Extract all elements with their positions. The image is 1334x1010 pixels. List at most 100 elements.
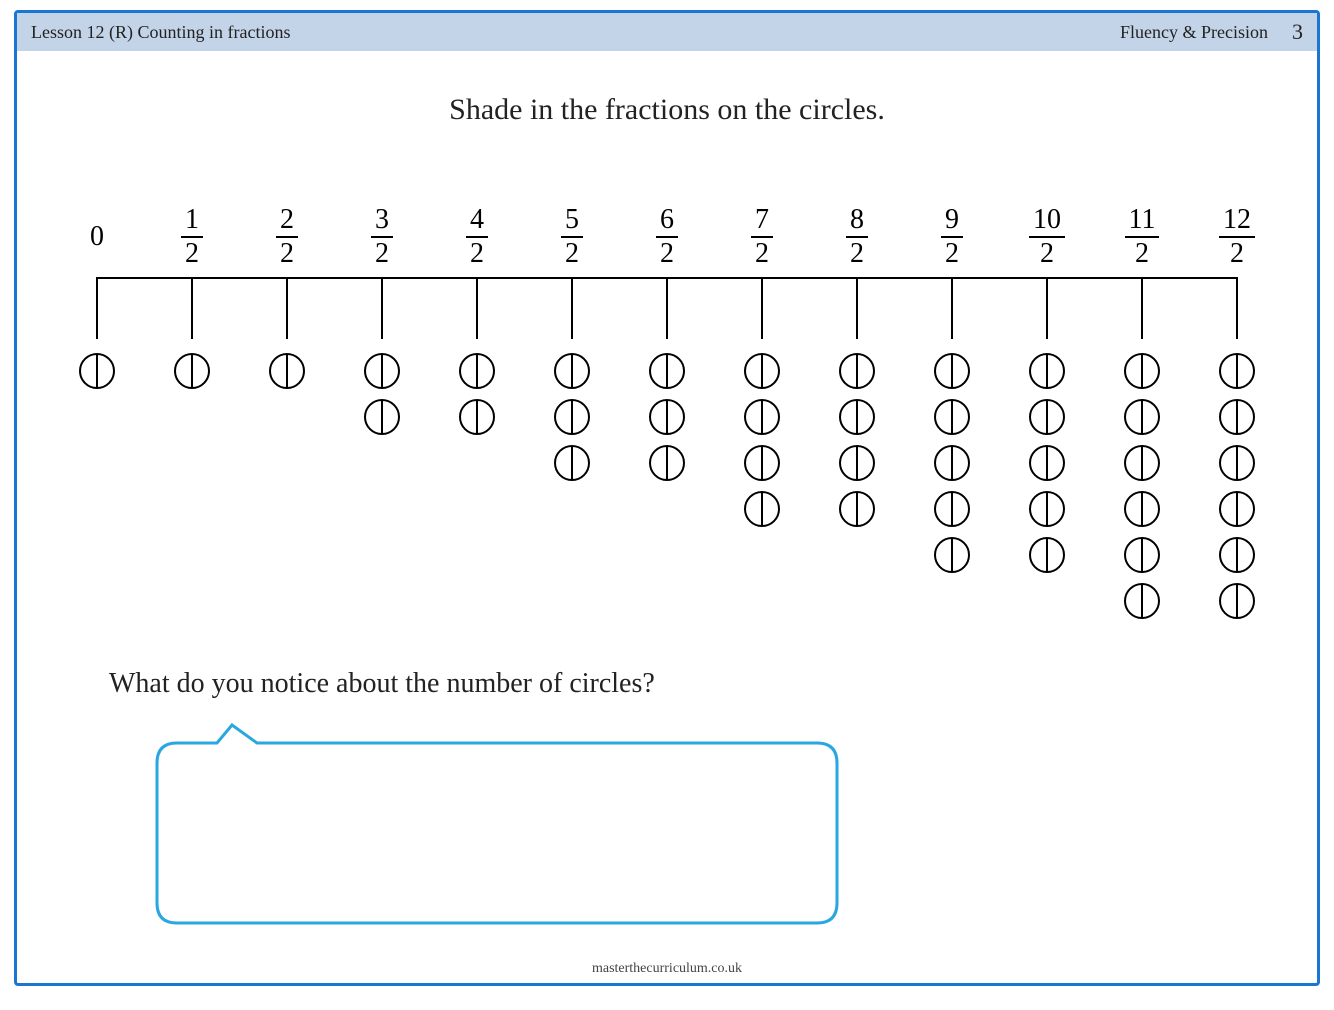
half-circle-icon xyxy=(742,489,782,529)
tick-container xyxy=(532,277,612,347)
circles-stack xyxy=(172,351,212,391)
circles-stack xyxy=(1217,351,1257,621)
fraction-denominator: 2 xyxy=(470,238,484,268)
half-circle-icon xyxy=(932,397,972,437)
fraction-label: 102 xyxy=(1029,197,1065,277)
half-circle-icon xyxy=(362,351,402,391)
tick-mark xyxy=(1046,277,1048,339)
tick-container xyxy=(57,277,137,347)
fraction-label: 42 xyxy=(466,197,488,277)
fraction: 52 xyxy=(561,206,583,268)
circles-stack xyxy=(457,351,497,437)
circles-stack xyxy=(77,351,117,391)
number-line-column: 112 xyxy=(1102,197,1182,621)
half-circle-icon xyxy=(837,489,877,529)
tick-container xyxy=(152,277,232,347)
fraction-label: 52 xyxy=(561,197,583,277)
tick-container xyxy=(912,277,992,347)
half-circle-icon xyxy=(1122,443,1162,483)
header-bar: Lesson 12 (R) Counting in fractions Flue… xyxy=(17,13,1317,51)
half-circle-icon xyxy=(647,351,687,391)
half-circle-icon xyxy=(932,489,972,529)
half-circle-icon xyxy=(742,351,782,391)
fraction: 102 xyxy=(1029,206,1065,268)
half-circle-icon xyxy=(742,443,782,483)
circles-stack xyxy=(552,351,592,483)
tick-mark xyxy=(666,277,668,339)
circles-stack xyxy=(647,351,687,483)
half-circle-icon xyxy=(837,443,877,483)
half-circle-icon xyxy=(267,351,307,391)
tick-mark xyxy=(571,277,573,339)
fraction-numerator: 2 xyxy=(276,206,298,238)
number-line-column: 0 xyxy=(57,197,137,621)
half-circle-icon xyxy=(1217,397,1257,437)
number-line-column: 12 xyxy=(152,197,232,621)
tick-container xyxy=(1102,277,1182,347)
fraction-label: 122 xyxy=(1219,197,1255,277)
half-circle-icon xyxy=(552,443,592,483)
number-line-column: 22 xyxy=(247,197,327,621)
tick-mark xyxy=(286,277,288,339)
number-line-column: 52 xyxy=(532,197,612,621)
circles-stack xyxy=(837,351,877,529)
number-line-column: 82 xyxy=(817,197,897,621)
fraction-numerator: 7 xyxy=(751,206,773,238)
half-circle-icon xyxy=(1027,397,1067,437)
half-circle-icon xyxy=(552,351,592,391)
number-line-area: 0122232425262728292102112122 xyxy=(57,197,1277,717)
half-circle-icon xyxy=(457,351,497,391)
half-circle-icon xyxy=(1217,443,1257,483)
lesson-title: Lesson 12 (R) Counting in fractions xyxy=(31,22,290,43)
circles-stack xyxy=(267,351,307,391)
circles-stack xyxy=(742,351,782,529)
fraction: 112 xyxy=(1125,206,1160,268)
fraction: 12 xyxy=(181,206,203,268)
fraction: 122 xyxy=(1219,206,1255,268)
fraction-label: 22 xyxy=(276,197,298,277)
tick-mark xyxy=(761,277,763,339)
number-line-column: 72 xyxy=(722,197,802,621)
fraction-denominator: 2 xyxy=(1135,238,1149,268)
fraction-numerator: 4 xyxy=(466,206,488,238)
half-circle-icon xyxy=(932,351,972,391)
half-circle-icon xyxy=(932,535,972,575)
half-circle-icon xyxy=(77,351,117,391)
number-line-column: 102 xyxy=(1007,197,1087,621)
fraction-numerator: 12 xyxy=(1219,206,1255,238)
fraction: 22 xyxy=(276,206,298,268)
half-circle-icon xyxy=(172,351,212,391)
tick-mark xyxy=(856,277,858,339)
half-circle-icon xyxy=(1027,351,1067,391)
fraction-label: 112 xyxy=(1125,197,1160,277)
fraction-numerator: 6 xyxy=(656,206,678,238)
half-circle-icon xyxy=(1122,351,1162,391)
tick-mark xyxy=(96,277,98,339)
page-number: 3 xyxy=(1292,19,1303,45)
half-circle-icon xyxy=(647,397,687,437)
tick-container xyxy=(722,277,802,347)
fraction-label: 0 xyxy=(90,197,104,277)
half-circle-icon xyxy=(1217,351,1257,391)
fraction: 92 xyxy=(941,206,963,268)
fraction: 62 xyxy=(656,206,678,268)
speech-bubble xyxy=(117,723,857,933)
tick-mark xyxy=(191,277,193,339)
fraction-label: 72 xyxy=(751,197,773,277)
tick-container xyxy=(342,277,422,347)
number-line-column: 62 xyxy=(627,197,707,621)
tick-container xyxy=(437,277,517,347)
question-prompt: What do you notice about the number of c… xyxy=(109,668,655,700)
number-line-columns: 0122232425262728292102112122 xyxy=(57,197,1277,621)
fraction-numerator: 8 xyxy=(846,206,868,238)
number-line-column: 92 xyxy=(912,197,992,621)
tick-container xyxy=(1007,277,1087,347)
half-circle-icon xyxy=(552,397,592,437)
tick-container xyxy=(1197,277,1277,347)
fraction-label: 62 xyxy=(656,197,678,277)
half-circle-icon xyxy=(457,397,497,437)
fraction-denominator: 2 xyxy=(1230,238,1244,268)
fraction-denominator: 2 xyxy=(755,238,769,268)
fraction-denominator: 2 xyxy=(850,238,864,268)
fraction: 72 xyxy=(751,206,773,268)
